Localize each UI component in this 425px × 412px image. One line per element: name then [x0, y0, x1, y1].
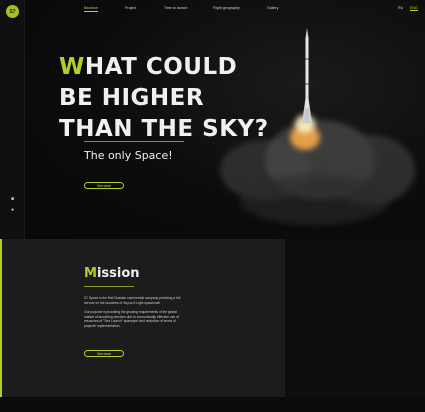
mission-title: Mission: [84, 266, 140, 281]
hero-divider: [84, 141, 184, 142]
mission-paragraph-2: Our purpose is providing the growing req…: [84, 310, 179, 328]
headline-accent-letter: W: [59, 54, 85, 80]
hero-subtitle: The only Space!: [84, 149, 173, 162]
mission-see-more-button[interactable]: See more: [84, 350, 124, 357]
rocket-image: [302, 28, 312, 123]
page-bottom: [0, 397, 425, 412]
nav-item-flight-geography[interactable]: Flight geography: [213, 6, 240, 10]
top-nav: Because Project Time to launch Flight ge…: [0, 6, 425, 14]
smoke-cloud: [240, 175, 390, 225]
facebook-icon[interactable]: ■: [10, 197, 15, 202]
nav-item-because[interactable]: Because: [84, 6, 98, 12]
lang-ru[interactable]: RU: [398, 6, 403, 10]
nav-item-project[interactable]: Project: [125, 6, 136, 10]
dark-panel: [285, 239, 425, 397]
mission-divider: [84, 286, 134, 287]
mission-accent-bar: [0, 239, 2, 397]
lang-eng[interactable]: ENG: [410, 6, 418, 11]
hero-headline: WHAT COULD BE HIGHER THAN THE SKY?: [59, 52, 269, 145]
headline-line2: BE HIGHER: [59, 85, 205, 111]
hero-see-more-button[interactable]: See more: [84, 182, 124, 189]
mission-paragraph-1: S7 Space is the first Russian commercial…: [84, 296, 181, 305]
nav-item-gallery[interactable]: Gallery: [267, 6, 278, 10]
vk-icon[interactable]: ●: [10, 208, 15, 213]
nav-item-time-to-launch[interactable]: Time to launch: [164, 6, 187, 10]
mission-title-accent-letter: M: [84, 266, 97, 281]
mission-section: Mission S7 Space is the first Russian co…: [0, 239, 285, 397]
headline-line1: HAT COULD: [84, 54, 238, 80]
mission-title-rest: ission: [96, 266, 140, 281]
